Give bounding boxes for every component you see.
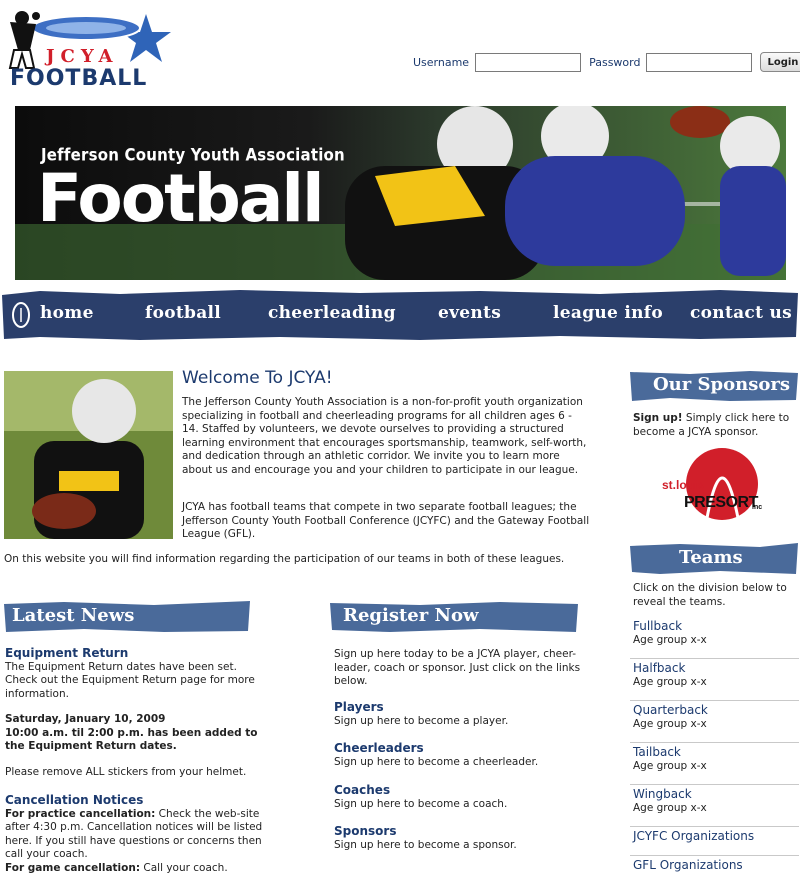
username-label: Username xyxy=(413,55,470,69)
team-division-age: Age group x-x xyxy=(633,802,707,814)
teams-heading: Teams xyxy=(679,547,743,568)
presort-logo-line2: PRESORT xyxy=(684,494,758,511)
team-division-quarterback[interactable]: Quarterback Age group x-x xyxy=(630,703,799,743)
team-division-age: Age group x-x xyxy=(633,676,707,688)
teams-header: Teams xyxy=(630,543,798,575)
nav-cheerleading[interactable]: cheerleading xyxy=(268,303,396,323)
register-sponsors: Sponsors Sign up here to become a sponso… xyxy=(334,824,596,853)
gfl-organizations-link[interactable]: GFL Organizations xyxy=(633,858,799,873)
youth-player-photo xyxy=(4,371,173,539)
welcome-paragraph-1: The Jefferson County Youth Association i… xyxy=(182,396,587,476)
team-division-tailback[interactable]: Tailback Age group x-x xyxy=(630,745,799,785)
sponsor-signup-bold: Sign up! xyxy=(633,412,683,424)
equipment-return-time: 10:00 a.m. til 2:00 p.m. has been added … xyxy=(5,726,258,753)
latest-news-heading: Latest News xyxy=(12,605,135,626)
welcome-paragraph-2: JCYA has football teams that compete in … xyxy=(182,501,590,540)
jcyfc-organizations-link[interactable]: JCYFC Organizations xyxy=(633,829,799,844)
banner-title: Football xyxy=(37,160,325,237)
sponsors-link[interactable]: Sponsors xyxy=(334,824,596,839)
our-sponsors-header: Our Sponsors xyxy=(630,370,798,402)
register-cheerleaders: Cheerleaders Sign up here to become a ch… xyxy=(334,741,596,770)
nav-contact-us[interactable]: contact us xyxy=(690,303,792,323)
gfl-organizations-item[interactable]: GFL Organizations xyxy=(630,858,799,882)
team-division-age: Age group x-x xyxy=(633,718,707,730)
teams-intro: Click on the division below to reveal th… xyxy=(633,582,787,608)
password-label: Password xyxy=(589,55,641,69)
coaches-link[interactable]: Coaches xyxy=(334,783,596,798)
main-nav: home football cheerleading events league… xyxy=(0,289,800,341)
practice-cancellation-label: For practice cancellation: xyxy=(5,807,156,820)
nav-events[interactable]: events xyxy=(438,303,501,323)
news-item-cancellation: Cancellation Notices For practice cancel… xyxy=(5,793,270,876)
team-division-name: Fullback xyxy=(633,619,683,633)
register-coaches: Coaches Sign up here to become a coach. xyxy=(334,783,596,812)
jcya-logo[interactable]: JCYA FOOTBALL xyxy=(6,10,178,94)
players-link[interactable]: Players xyxy=(334,700,596,715)
team-division-fullback[interactable]: Fullback Age group x-x xyxy=(630,619,799,659)
logo-football-text: FOOTBALL xyxy=(10,66,148,91)
register-players: Players Sign up here to become a player. xyxy=(334,700,596,729)
password-input[interactable] xyxy=(646,52,753,72)
equipment-return-date: Saturday, January 10, 2009 xyxy=(5,713,166,725)
login-button[interactable]: Login xyxy=(760,52,800,72)
game-cancellation: For game cancellation: Call your coach. xyxy=(5,862,270,876)
game-cancellation-label: For game cancellation: xyxy=(5,861,141,874)
equipment-return-link[interactable]: Equipment Return xyxy=(5,646,270,661)
register-intro: Sign up here today to be a JCYA player, … xyxy=(334,648,581,687)
register-now-header: Register Now xyxy=(330,601,578,633)
team-division-name: Quarterback xyxy=(633,703,708,717)
practice-cancellation: For practice cancellation: Check the web… xyxy=(5,808,270,862)
username-input[interactable] xyxy=(475,52,582,72)
latest-news-header: Latest News xyxy=(4,601,251,633)
jcyfc-organizations-item[interactable]: JCYFC Organizations xyxy=(630,829,799,856)
team-division-name: Tailback xyxy=(633,745,681,759)
team-division-wingback[interactable]: Wingback Age group x-x xyxy=(630,787,799,827)
presort-sponsor-logo[interactable]: st.louis PRESORT inc xyxy=(652,446,762,526)
nav-football[interactable]: football xyxy=(145,303,221,323)
presort-logo-line1: st.louis xyxy=(662,478,705,492)
welcome-paragraph-3: On this website you will find informatio… xyxy=(4,553,565,565)
game-cancellation-text: Call your coach. xyxy=(140,861,228,874)
players-text: Sign up here to become a player. xyxy=(334,715,509,727)
nav-league-info[interactable]: league info xyxy=(553,303,663,323)
coaches-text: Sign up here to become a coach. xyxy=(334,798,508,810)
login-form: Username Password Login xyxy=(413,52,800,72)
sponsor-signup[interactable]: Sign up! Simply click here to become a J… xyxy=(633,412,799,439)
cheerleaders-link[interactable]: Cheerleaders xyxy=(334,741,596,756)
logo-jcya-text: JCYA xyxy=(46,46,119,67)
team-division-age: Age group x-x xyxy=(633,634,707,646)
cheerleaders-text: Sign up here to become a cheerleader. xyxy=(334,756,539,768)
cancellation-notices-link[interactable]: Cancellation Notices xyxy=(5,793,270,808)
equipment-return-note: Please remove ALL stickers from your hel… xyxy=(5,765,247,778)
our-sponsors-heading: Our Sponsors xyxy=(653,374,790,395)
news-item-equipment: Equipment Return The Equipment Return da… xyxy=(5,646,270,779)
nav-home[interactable]: home xyxy=(40,303,94,323)
welcome-title: Welcome To JCYA! xyxy=(182,368,333,388)
hero-banner: Jefferson County Youth Association Footb… xyxy=(15,106,786,280)
team-division-name: Wingback xyxy=(633,787,692,801)
team-division-name: Halfback xyxy=(633,661,686,675)
sponsors-text: Sign up here to become a sponsor. xyxy=(334,839,517,851)
team-division-halfback[interactable]: Halfback Age group x-x xyxy=(630,661,799,701)
register-now-heading: Register Now xyxy=(343,605,479,626)
presort-logo-suffix: inc xyxy=(752,504,763,511)
team-division-age: Age group x-x xyxy=(633,760,707,772)
equipment-return-text: The Equipment Return dates have been set… xyxy=(5,660,255,700)
